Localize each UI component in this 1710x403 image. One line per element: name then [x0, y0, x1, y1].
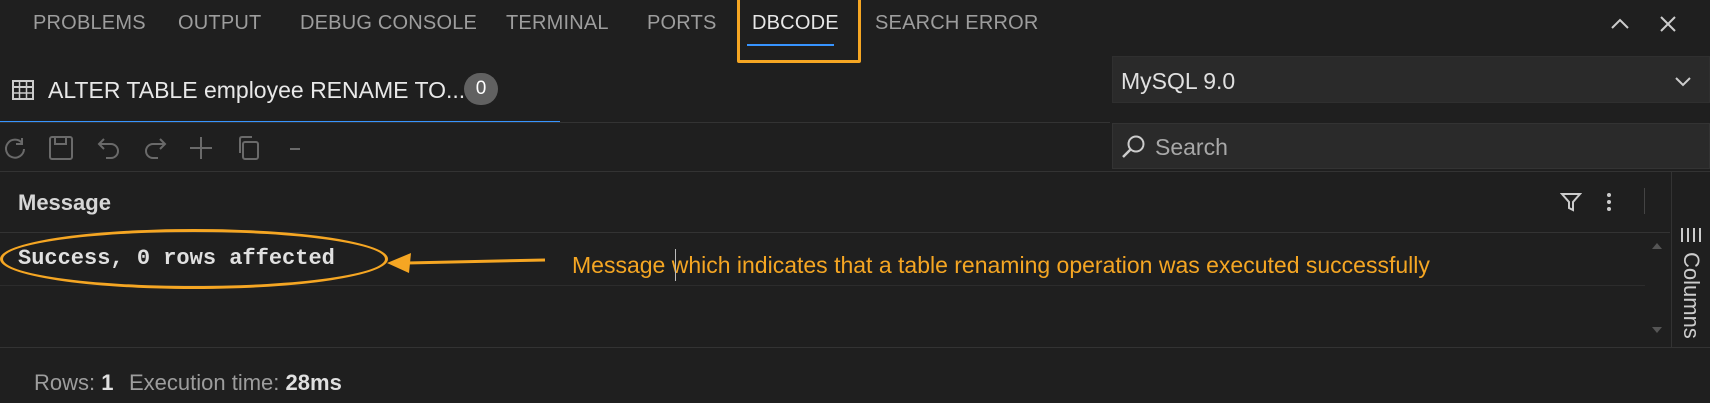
tab-problems[interactable]: PROBLEMS: [33, 12, 146, 35]
highlight-ellipse: [0, 229, 388, 289]
redo-button[interactable]: [140, 133, 170, 163]
add-row-button[interactable]: [186, 133, 216, 163]
execution-time-label: Execution time:: [129, 370, 280, 395]
grid-header: [0, 172, 1670, 232]
chevron-down-icon: [1673, 71, 1693, 96]
search-box[interactable]: [1112, 123, 1710, 169]
annotation-arrow: [387, 253, 546, 273]
tab-ports[interactable]: PORTS: [647, 12, 717, 35]
tab-search-error[interactable]: SEARCH ERROR: [875, 12, 1039, 35]
header-separator: [1644, 188, 1645, 214]
filter-button[interactable]: [1558, 189, 1584, 215]
rows-count: Rows: 1: [34, 370, 114, 396]
tab-terminal[interactable]: TERMINAL: [506, 12, 609, 35]
remove-icon: [290, 148, 300, 150]
tab-output[interactable]: OUTPUT: [178, 12, 261, 35]
panel-tab-bar: PROBLEMS OUTPUT DEBUG CONSOLE TERMINAL P…: [0, 0, 1710, 63]
search-icon: [1121, 134, 1147, 165]
dbcode-highlight-box: [737, 0, 861, 63]
search-input[interactable]: [1153, 130, 1697, 164]
save-button[interactable]: [46, 133, 76, 163]
copy-icon: [239, 136, 259, 160]
execution-time-value: 28ms: [285, 370, 342, 395]
text-cursor: [675, 249, 676, 281]
rows-value: 1: [101, 370, 114, 395]
tab-debug-console[interactable]: DEBUG CONSOLE: [300, 12, 477, 35]
annotation-text: Message which indicates that a table ren…: [572, 252, 1430, 278]
database-select-value: MySQL 9.0: [1121, 68, 1236, 94]
column-header-message[interactable]: Message: [18, 190, 111, 216]
grid-icon: [12, 79, 34, 106]
redo-icon: [145, 138, 167, 159]
chevron-up-icon: [1611, 18, 1629, 29]
database-select[interactable]: MySQL 9.0: [1112, 56, 1710, 103]
undo-icon: [97, 138, 119, 159]
divider: [0, 122, 1110, 123]
add-icon: [190, 137, 212, 159]
more-icon: [1607, 193, 1611, 211]
dbcode-panel: PROBLEMS OUTPUT DEBUG CONSOLE TERMINAL P…: [0, 0, 1710, 403]
columns-tab-label[interactable]: Columns: [1678, 252, 1704, 339]
refresh-icon: [5, 138, 25, 159]
rows-label: Rows:: [34, 370, 96, 395]
query-count-badge: 0: [464, 73, 498, 105]
scroll-up-icon: [1652, 243, 1662, 249]
close-icon: [1660, 16, 1676, 32]
undo-button[interactable]: [94, 133, 124, 163]
copy-row-button[interactable]: [234, 133, 264, 163]
vertical-scrollbar[interactable]: [1645, 233, 1669, 343]
save-icon: [49, 136, 73, 160]
execution-time: Execution time: 28ms: [129, 370, 342, 396]
query-tab-title: ALTER TABLE employee RENAME TO...: [48, 77, 466, 103]
scroll-down-icon: [1652, 327, 1662, 333]
filter-icon: [1560, 193, 1582, 212]
refresh-button[interactable]: [0, 133, 30, 163]
remove-row-button[interactable]: [280, 133, 310, 163]
columns-icon: [1681, 228, 1701, 242]
close-panel-button[interactable]: [1652, 8, 1684, 40]
maximize-panel-button[interactable]: [1604, 8, 1636, 40]
column-menu-button[interactable]: [1596, 189, 1622, 215]
